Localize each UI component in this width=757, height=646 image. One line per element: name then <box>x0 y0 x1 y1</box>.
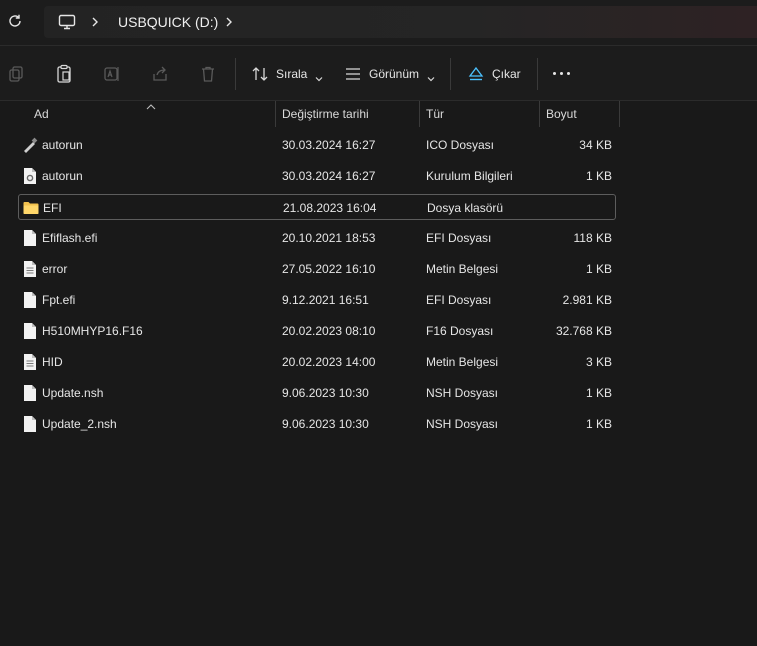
file-size: 34 KB <box>579 138 612 152</box>
view-lines-icon <box>343 64 363 84</box>
folder-icon <box>23 199 39 217</box>
file-date: 21.08.2023 16:04 <box>283 201 377 215</box>
address-bar[interactable]: USBQUICK (D:) <box>44 6 757 38</box>
list-item[interactable]: autorun 30.03.2024 16:27 Kurulum Bilgile… <box>18 163 616 189</box>
column-header-size[interactable]: Boyut <box>546 101 577 127</box>
computer-icon[interactable] <box>58 14 76 30</box>
rename-icon[interactable] <box>102 64 122 84</box>
file-name: Efiflash.efi <box>42 231 98 245</box>
file-name: EFI <box>43 201 62 215</box>
refresh-icon[interactable] <box>4 10 26 32</box>
toolbar-divider <box>450 58 451 90</box>
column-divider[interactable] <box>539 101 540 127</box>
file-date: 30.03.2024 16:27 <box>282 169 376 183</box>
list-item[interactable]: Efiflash.efi 20.10.2021 18:53 EFI Dosyas… <box>18 225 616 251</box>
file-type: EFI Dosyası <box>426 231 492 245</box>
column-divider[interactable] <box>419 101 420 127</box>
column-header-type[interactable]: Tür <box>426 101 444 127</box>
view-button[interactable]: Görünüm <box>343 61 435 87</box>
settings-file-icon <box>22 167 38 185</box>
file-name: Update.nsh <box>42 386 104 400</box>
list-item[interactable]: error 27.05.2022 16:10 Metin Belgesi 1 K… <box>18 256 616 282</box>
toolbar-divider <box>235 58 236 90</box>
usb-drive-icon <box>22 136 38 154</box>
chevron-right-icon[interactable] <box>90 15 100 29</box>
file-date: 20.02.2023 14:00 <box>282 355 376 369</box>
list-item[interactable]: EFI 21.08.2023 16:04 Dosya klasörü <box>18 194 616 220</box>
eject-button[interactable]: Çıkar <box>466 61 521 87</box>
column-header-date[interactable]: Değiştirme tarihi <box>282 101 369 127</box>
file-name: Fpt.efi <box>42 293 76 307</box>
file-date: 9.06.2023 10:30 <box>282 386 369 400</box>
file-size: 32.768 KB <box>555 324 612 338</box>
text-file-icon <box>22 353 38 371</box>
file-type: NSH Dosyası <box>426 417 499 431</box>
copy-icon[interactable] <box>6 64 26 84</box>
file-name: HID <box>42 355 63 369</box>
view-label: Görünüm <box>369 67 420 81</box>
file-date: 27.05.2022 16:10 <box>282 262 376 276</box>
file-name: error <box>42 262 68 276</box>
command-bar: Sırala Görünüm Çıkar <box>0 45 757 101</box>
chevron-down-icon <box>427 71 435 82</box>
file-type: ICO Dosyası <box>426 138 495 152</box>
chevron-down-icon <box>315 71 323 82</box>
list-item[interactable]: Update_2.nsh 9.06.2023 10:30 NSH Dosyası… <box>18 411 616 437</box>
file-icon <box>22 322 38 340</box>
list-item[interactable]: Update.nsh 9.06.2023 10:30 NSH Dosyası 1… <box>18 380 616 406</box>
column-divider[interactable] <box>275 101 276 127</box>
file-type: Metin Belgesi <box>426 355 499 369</box>
chevron-right-icon[interactable] <box>224 15 234 29</box>
file-name: autorun <box>42 138 83 152</box>
file-name: H510MHYP16.F16 <box>42 324 143 338</box>
file-name: Update_2.nsh <box>42 417 117 431</box>
file-icon <box>22 384 38 402</box>
column-header-name[interactable]: Ad <box>34 101 49 127</box>
file-type: Metin Belgesi <box>426 262 499 276</box>
text-file-icon <box>22 260 38 278</box>
delete-icon[interactable] <box>198 64 218 84</box>
file-icon <box>22 229 38 247</box>
file-date: 30.03.2024 16:27 <box>282 138 376 152</box>
file-size: 3 KB <box>585 355 612 369</box>
sort-label: Sırala <box>276 67 308 81</box>
sort-ascending-icon <box>146 99 156 110</box>
file-size: 2.981 KB <box>562 293 612 307</box>
address-bar-area: USBQUICK (D:) <box>0 0 757 45</box>
file-icon <box>22 291 38 309</box>
file-icon <box>22 415 38 433</box>
file-size: 1 KB <box>585 386 612 400</box>
sort-button[interactable]: Sırala <box>250 61 323 87</box>
list-item[interactable]: H510MHYP16.F16 20.02.2023 08:10 F16 Dosy… <box>18 318 616 344</box>
list-item[interactable]: HID 20.02.2023 14:00 Metin Belgesi 3 KB <box>18 349 616 375</box>
paste-icon[interactable] <box>54 64 74 84</box>
file-date: 20.02.2023 08:10 <box>282 324 376 338</box>
file-type: Dosya klasörü <box>427 201 504 215</box>
column-divider[interactable] <box>619 101 620 127</box>
file-type: EFI Dosyası <box>426 293 492 307</box>
file-date: 9.06.2023 10:30 <box>282 417 369 431</box>
column-header-row: Ad Değiştirme tarihi Tür Boyut <box>0 101 757 127</box>
file-date: 9.12.2021 16:51 <box>282 293 369 307</box>
eject-icon <box>466 64 486 84</box>
file-size: 118 KB <box>573 231 612 245</box>
list-item[interactable]: Fpt.efi 9.12.2021 16:51 EFI Dosyası 2.98… <box>18 287 616 313</box>
sort-icon <box>250 64 270 84</box>
eject-label: Çıkar <box>492 67 521 81</box>
share-icon[interactable] <box>150 64 170 84</box>
file-size: 1 KB <box>585 262 612 276</box>
file-type: Kurulum Bilgileri <box>426 169 513 183</box>
file-name: autorun <box>42 169 83 183</box>
toolbar-divider <box>537 58 538 90</box>
file-type: F16 Dosyası <box>426 324 494 338</box>
list-item[interactable]: autorun 30.03.2024 16:27 ICO Dosyası 34 … <box>18 132 616 158</box>
breadcrumb-drive[interactable]: USBQUICK (D:) <box>118 14 218 30</box>
file-date: 20.10.2021 18:53 <box>282 231 376 245</box>
file-size: 1 KB <box>585 169 612 183</box>
file-size: 1 KB <box>585 417 612 431</box>
more-options-icon[interactable] <box>552 70 572 78</box>
file-type: NSH Dosyası <box>426 386 499 400</box>
